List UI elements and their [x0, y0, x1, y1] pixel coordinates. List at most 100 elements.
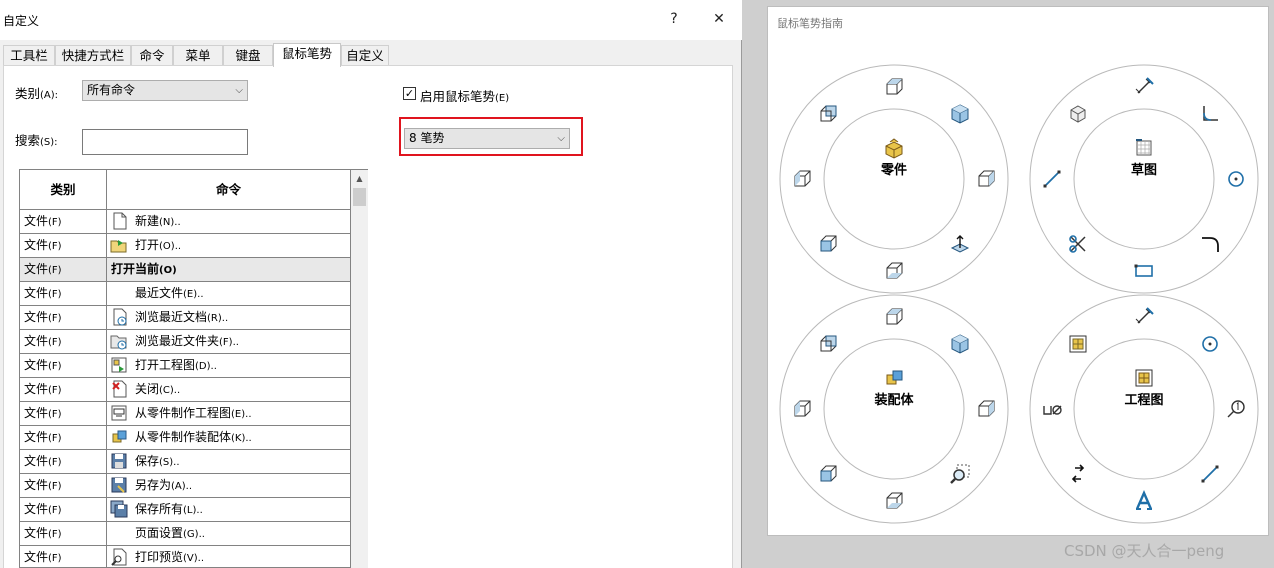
- front-view-icon[interactable]: [817, 233, 839, 255]
- table-row[interactable]: 文件(F) 浏览最近文件夹(F)..: [20, 330, 350, 354]
- table-row[interactable]: 文件(F) 新建(N)..: [20, 210, 350, 234]
- tab-menus[interactable]: 菜单: [173, 45, 223, 66]
- ring-center-icon: [885, 138, 903, 159]
- column-header-category[interactable]: 类别: [20, 170, 107, 210]
- row-category: 文件(F): [20, 234, 107, 257]
- row-command: 打开当前(O): [111, 262, 177, 276]
- row-category: 文件(F): [20, 498, 107, 521]
- table-row[interactable]: 文件(F) 保存(S)..: [20, 450, 350, 474]
- line-icon[interactable]: [1199, 463, 1221, 485]
- text-icon[interactable]: [1133, 490, 1155, 512]
- help-button[interactable]: ?: [659, 6, 689, 32]
- table-row[interactable]: 文件(F) 另存为(A)..: [20, 474, 350, 498]
- top-view-icon[interactable]: [883, 76, 905, 98]
- gesture-ring-4: 工程图: [1029, 294, 1259, 524]
- left-view-icon[interactable]: [791, 398, 813, 420]
- bottom-view-icon[interactable]: [883, 490, 905, 512]
- save-icon: [111, 453, 127, 469]
- fillet-sketch-icon[interactable]: [1199, 103, 1221, 125]
- gesture-ring-2: 草图: [1029, 64, 1259, 294]
- table-row[interactable]: 文件(F) 浏览最近文档(R)..: [20, 306, 350, 330]
- gesture-count-select[interactable]: 8 笔势 ⌵: [404, 128, 570, 149]
- line-icon[interactable]: [1041, 168, 1063, 190]
- tab-shortcut-bars[interactable]: 快捷方式栏: [55, 45, 131, 66]
- scroll-up-arrow-icon[interactable]: ▲: [351, 170, 368, 187]
- tab-toolbars[interactable]: 工具栏: [3, 45, 55, 66]
- table-row[interactable]: 文件(F) 保存所有(L)..: [20, 498, 350, 522]
- bottom-view-icon[interactable]: [883, 260, 905, 282]
- circle-icon[interactable]: [1225, 168, 1247, 190]
- right-view-icon[interactable]: [975, 398, 997, 420]
- guide-title: 鼠标笔势指南: [777, 17, 843, 30]
- make-drawing-icon: [111, 405, 127, 421]
- commands-table: 类别 命令 文件(F) 新建(N).. 文件(F) 打开(O).. 文件(F) 打开当前(…: [19, 169, 351, 568]
- zoom-select-icon[interactable]: [949, 463, 971, 485]
- close-file-icon: [112, 380, 127, 398]
- enable-gestures-label: 启用鼠标笔势(E): [420, 89, 510, 104]
- rectangle-icon[interactable]: [1133, 260, 1155, 282]
- new-document-icon: [113, 212, 127, 230]
- table-row[interactable]: 文件(F) 从零件制作工程图(E)..: [20, 402, 350, 426]
- row-command: 关闭(C)..: [108, 378, 350, 401]
- close-button[interactable]: ✕: [704, 6, 734, 32]
- trim-icon[interactable]: [1067, 233, 1089, 255]
- category-label: 类别(A):: [15, 86, 59, 101]
- model-view-icon[interactable]: [1067, 333, 1089, 355]
- table-row[interactable]: 文件(F) 关闭(C)..: [20, 378, 350, 402]
- front-view-icon[interactable]: [817, 463, 839, 485]
- save-all-icon: [110, 500, 128, 518]
- hole-callout-icon[interactable]: [1041, 398, 1063, 420]
- gesture-ring-1: 零件: [779, 64, 1009, 294]
- row-command: 另存为(A)..: [108, 474, 350, 497]
- chevron-down-icon: ⌵: [557, 133, 565, 144]
- category-select[interactable]: 所有命令 ⌵: [82, 80, 248, 101]
- balloon-icon[interactable]: [1225, 398, 1247, 420]
- row-category: 文件(F): [20, 426, 107, 449]
- tab-customize[interactable]: 自定义: [341, 45, 389, 66]
- table-row[interactable]: 文件(F) 打开工程图(D)..: [20, 354, 350, 378]
- tab-mouse-gestures[interactable]: 鼠标笔势: [273, 43, 341, 67]
- row-command: 页面设置(G)..: [135, 526, 205, 540]
- fillet-arc-icon[interactable]: [1199, 233, 1221, 255]
- circle-icon[interactable]: [1199, 333, 1221, 355]
- row-category: 文件(F): [20, 378, 107, 401]
- table-row[interactable]: 文件(F) 打开当前(O): [20, 258, 350, 282]
- back-view-icon[interactable]: [817, 333, 839, 355]
- dialog-title: 自定义: [3, 14, 40, 28]
- top-view-icon[interactable]: [883, 306, 905, 328]
- table-row[interactable]: 文件(F) 打印预览(V)..: [20, 546, 350, 567]
- back-view-icon[interactable]: [817, 103, 839, 125]
- left-view-icon[interactable]: [791, 168, 813, 190]
- row-command: 保存所有(L)..: [108, 498, 350, 521]
- search-input[interactable]: [82, 129, 248, 155]
- dialog-titlebar: 自定义 ? ✕: [0, 0, 742, 40]
- table-row[interactable]: 文件(F) 页面设置(G)..: [20, 522, 350, 546]
- row-category: 文件(F): [20, 258, 107, 281]
- row-command: 新建(N)..: [108, 210, 350, 233]
- print-preview-icon: [111, 548, 127, 566]
- scroll-thumb[interactable]: [353, 188, 366, 206]
- right-view-icon[interactable]: [975, 168, 997, 190]
- open-drawing-icon: [111, 357, 127, 373]
- view-3d-icon[interactable]: [1067, 103, 1089, 125]
- normal-to-icon[interactable]: [949, 233, 971, 255]
- isometric-view-icon[interactable]: [949, 333, 971, 355]
- table-row[interactable]: 文件(F) 最近文件(E)..: [20, 282, 350, 306]
- table-row[interactable]: 文件(F) 从零件制作装配体(K)..: [20, 426, 350, 450]
- tab-keyboard[interactable]: 键盘: [223, 45, 273, 66]
- column-header-command[interactable]: 命令: [107, 170, 350, 210]
- table-row[interactable]: 文件(F) 打开(O)..: [20, 234, 350, 258]
- smart-dimension-icon[interactable]: [1133, 306, 1155, 328]
- enable-gestures-checkbox[interactable]: ✓: [403, 87, 416, 100]
- isometric-view-icon[interactable]: [949, 103, 971, 125]
- table-scrollbar[interactable]: ▲: [351, 169, 368, 568]
- row-command: 浏览最近文件夹(F)..: [108, 330, 350, 353]
- tab-commands[interactable]: 命令: [131, 45, 173, 66]
- smart-dimension-icon[interactable]: [1133, 76, 1155, 98]
- row-command: 打印预览(V)..: [108, 546, 350, 567]
- rotate-view-icon[interactable]: [1067, 463, 1089, 485]
- row-category: 文件(F): [20, 450, 107, 473]
- row-category: 文件(F): [20, 522, 107, 545]
- row-command: 打开(O)..: [108, 234, 350, 257]
- customize-dialog: 自定义 ? ✕ 工具栏 快捷方式栏 命令 菜单 键盘 鼠标笔势 自定义 类别(A…: [0, 0, 742, 568]
